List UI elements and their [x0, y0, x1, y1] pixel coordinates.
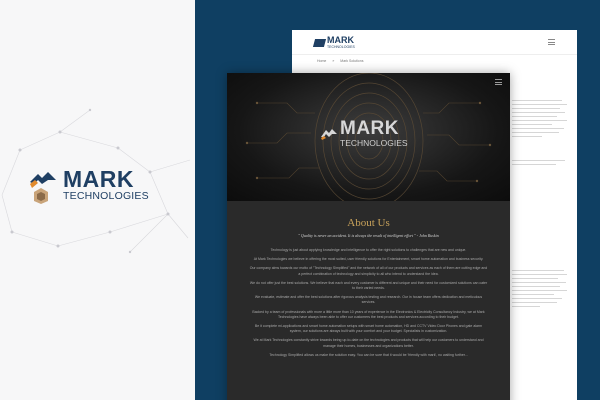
back-page-text-block — [512, 100, 567, 165]
website-preview-panel: MARK TECHNOLOGIES Home » Mark Solutions — [195, 0, 600, 400]
about-paragraph: Backed by a team of professionals with m… — [252, 309, 485, 319]
back-page-logo[interactable]: MARK TECHNOLOGIES — [312, 35, 355, 49]
hero-logo-subtitle: TECHNOLOGIES — [340, 138, 408, 148]
about-paragraph: We evaluate, estimate and offer the best… — [254, 295, 483, 305]
about-paragraph: We do not offer just the best solutions.… — [249, 280, 488, 291]
hamburger-menu-icon[interactable] — [548, 39, 555, 45]
back-page-header: MARK TECHNOLOGIES — [292, 30, 577, 55]
breadcrumb: Home » Mark Solutions — [317, 59, 363, 63]
about-paragraph: At Mark Technologies we believe in offer… — [253, 257, 484, 262]
about-section: About Us " Quality is never an accident.… — [227, 201, 510, 358]
breadcrumb-home-link[interactable]: Home — [317, 59, 326, 63]
back-page-text-block — [512, 270, 567, 307]
about-paragraph: Technology Simplified allows us make the… — [269, 352, 468, 357]
logo-emblem-icon — [28, 168, 58, 204]
about-paragraph: Technology is just about applying knowle… — [270, 248, 467, 252]
hamburger-menu-icon[interactable] — [495, 79, 502, 85]
breadcrumb-separator: » — [332, 59, 335, 63]
hero-banner: MARK TECHNOLOGIES — [227, 73, 510, 201]
logo-emblem-icon — [312, 38, 327, 47]
about-quote: " Quality is never an accident. It is al… — [298, 233, 439, 238]
mark-technologies-logo: MARK TECHNOLOGIES — [28, 168, 149, 204]
about-paragraph: We at Mark Technologies constantly striv… — [253, 338, 484, 348]
front-page-preview: MARK TECHNOLOGIES About Us " Quality is … — [227, 73, 510, 400]
about-title: About Us — [347, 217, 390, 229]
hero-logo: MARK TECHNOLOGIES — [321, 118, 408, 148]
hero-logo-title: MARK — [340, 118, 399, 139]
logo-subtitle: TECHNOLOGIES — [63, 190, 149, 202]
back-page-logo-subtitle: TECHNOLOGIES — [327, 45, 355, 49]
back-page-logo-title: MARK — [327, 35, 354, 45]
breadcrumb-current: Mark Solutions — [340, 59, 364, 63]
logo-panel: MARK TECHNOLOGIES — [0, 0, 195, 400]
about-paragraph: Our company alms towards our motto of "T… — [249, 266, 488, 276]
logo-emblem-icon — [321, 128, 337, 140]
about-paragraph: Be it complete mi-applications and smart… — [254, 324, 483, 334]
logo-title: MARK — [63, 166, 134, 192]
